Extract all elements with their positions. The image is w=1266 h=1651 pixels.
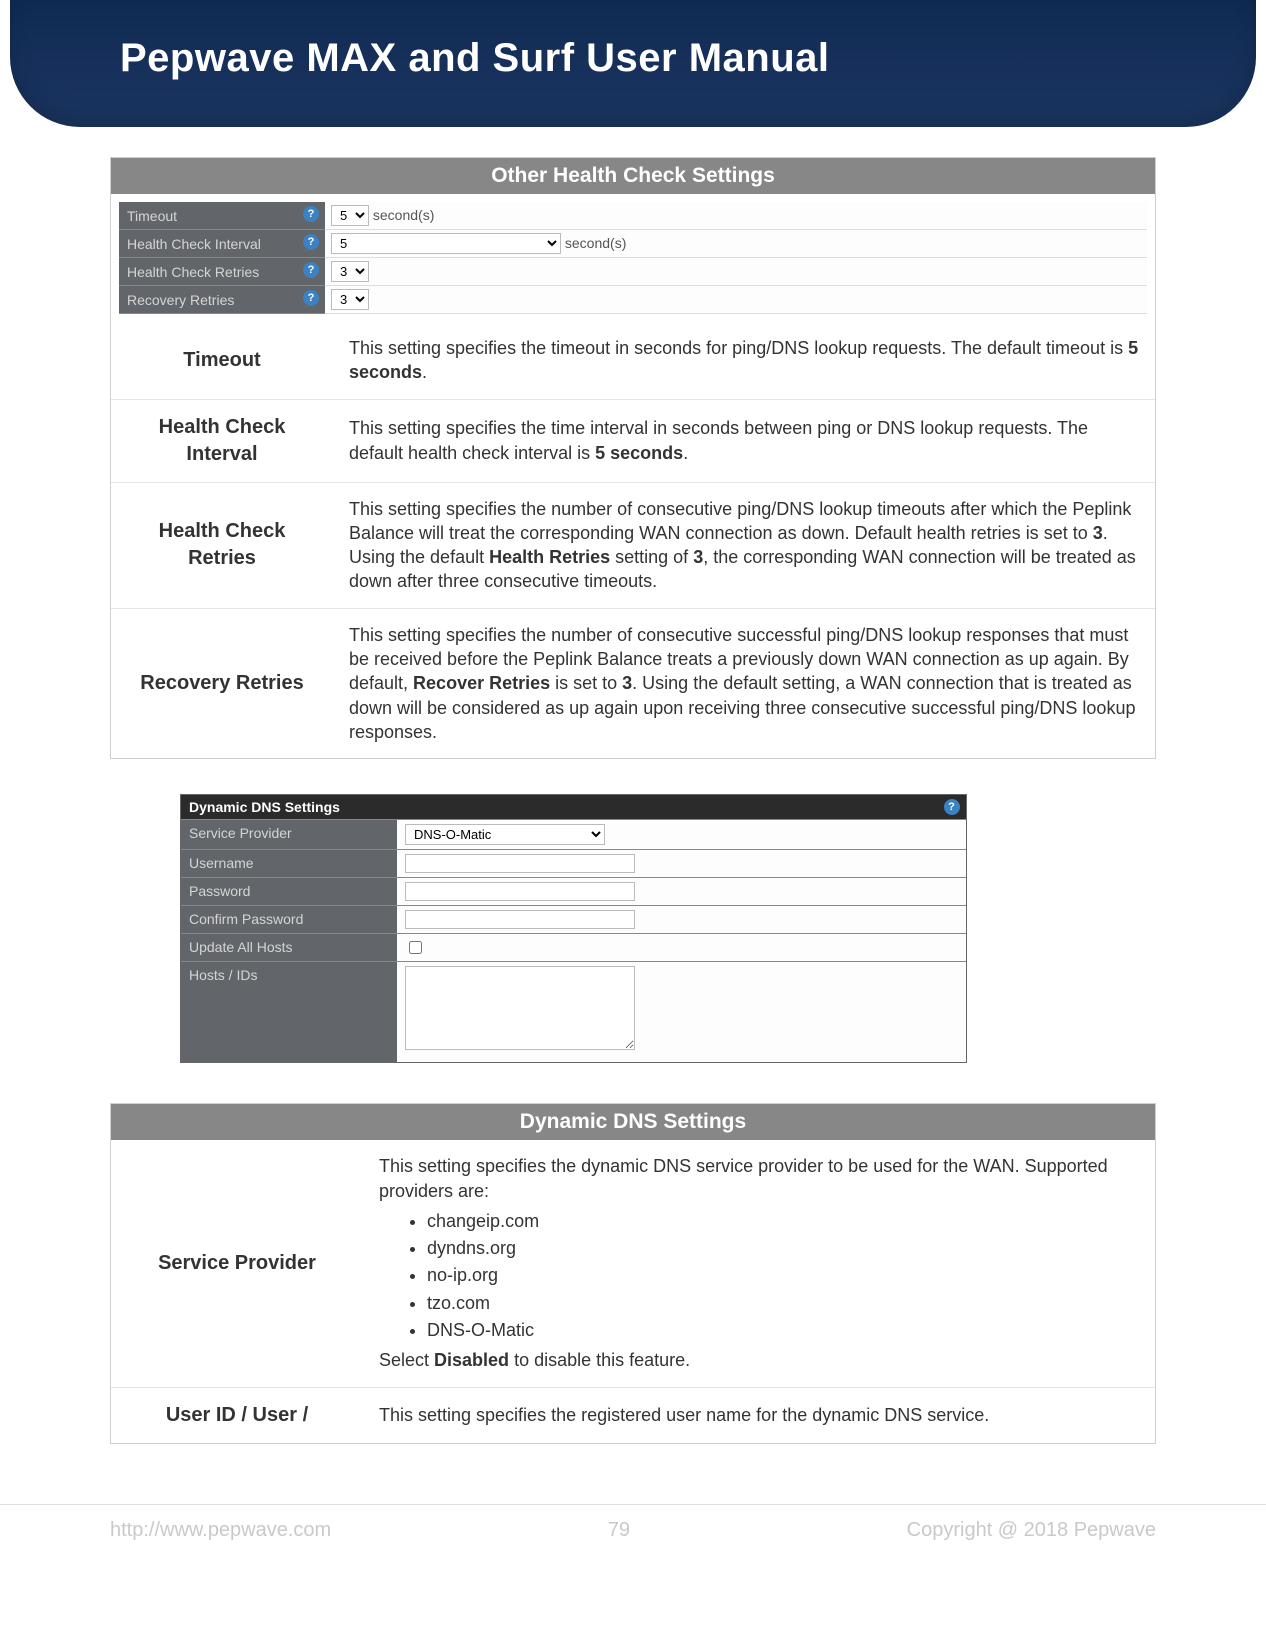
field-label: Health Check Retries [127,264,259,280]
def-text: This setting specifies the registered us… [363,1387,1155,1443]
confirm-password-input[interactable] [405,910,635,929]
field-label: Health Check Interval [127,236,261,252]
help-icon[interactable]: ? [944,799,960,815]
field-label: Username [181,850,397,877]
def-key: Recovery Retries [111,608,333,758]
field-label: Timeout [127,208,177,224]
def-key: Timeout [111,322,333,399]
page-number: 79 [608,1519,630,1542]
update-all-hosts-checkbox[interactable] [409,941,422,954]
retries-select[interactable]: 3 [331,261,369,282]
ui-screenshot-health: Timeout? 5 second(s) Health Check Interv… [111,194,1155,322]
list-item: tzo.com [427,1291,1139,1315]
def-text: This setting specifies the timeout in se… [333,322,1155,399]
field-unit: second(s) [565,235,626,251]
page-footer: http://www.pepwave.com 79 Copyright @ 20… [0,1504,1266,1582]
ui-screenshot-ddns: Dynamic DNS Settings? Service Provider DN… [180,794,967,1063]
hosts-textarea[interactable] [405,966,635,1050]
service-provider-select[interactable]: DNS-O-Matic [405,824,605,845]
page-title: Pepwave MAX and Surf User Manual [10,0,1256,127]
recovery-select[interactable]: 3 [331,289,369,310]
def-key: User ID / User / [111,1387,363,1443]
field-label: Confirm Password [181,906,397,933]
footer-copyright: Copyright @ 2018 Pepwave [907,1519,1156,1542]
def-text: This setting specifies the number of con… [333,608,1155,758]
field-label: Password [181,878,397,905]
footer-url: http://www.pepwave.com [110,1519,331,1542]
field-label: Service Provider [181,820,397,849]
help-icon[interactable]: ? [303,290,319,306]
def-text: This setting specifies the time interval… [333,399,1155,482]
section-title: Dynamic DNS Settings [111,1104,1155,1140]
field-unit: second(s) [373,207,434,223]
field-label: Update All Hosts [181,934,397,961]
list-item: DNS-O-Matic [427,1318,1139,1342]
panel-title: Dynamic DNS Settings [189,799,340,815]
list-item: dyndns.org [427,1236,1139,1260]
def-text: This setting specifies the dynamic DNS s… [363,1140,1155,1387]
help-icon[interactable]: ? [303,262,319,278]
timeout-select[interactable]: 5 [331,205,369,226]
def-text: This setting specifies the number of con… [333,482,1155,608]
field-label: Hosts / IDs [181,962,397,1062]
section-title: Other Health Check Settings [111,158,1155,194]
list-item: no-ip.org [427,1263,1139,1287]
help-icon[interactable]: ? [303,206,319,222]
def-key: Health Check Interval [111,399,333,482]
field-label: Recovery Retries [127,292,234,308]
help-icon[interactable]: ? [303,234,319,250]
interval-select[interactable]: 5 [331,233,561,254]
section-health-check: Other Health Check Settings Timeout? 5 s… [110,157,1156,759]
password-input[interactable] [405,882,635,901]
def-key: Health Check Retries [111,482,333,608]
list-item: changeip.com [427,1209,1139,1233]
section-ddns: Dynamic DNS Settings Service Provider Th… [110,1103,1156,1443]
username-input[interactable] [405,854,635,873]
def-key: Service Provider [111,1140,363,1387]
